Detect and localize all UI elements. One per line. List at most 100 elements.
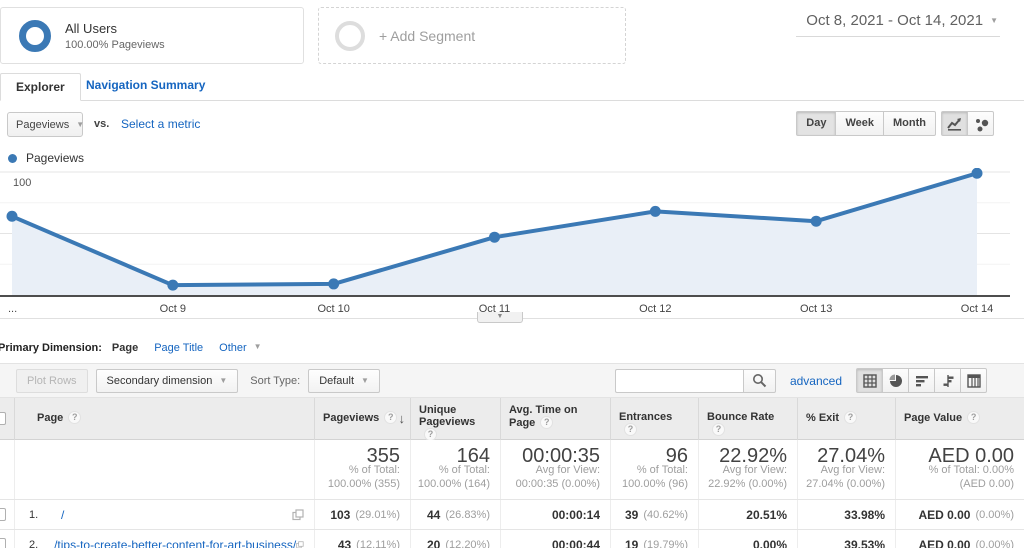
- metric-selector-dropdown[interactable]: Pageviews ▼: [7, 112, 85, 137]
- open-page-icon[interactable]: [292, 508, 304, 521]
- advanced-search-link[interactable]: advanced: [790, 374, 842, 388]
- search-input[interactable]: [614, 368, 743, 393]
- pivot-view-button[interactable]: [960, 368, 987, 393]
- row-checkbox[interactable]: [0, 508, 6, 521]
- secondary-dimension-label: Secondary dimension: [106, 374, 213, 387]
- secondary-dimension-dropdown[interactable]: Secondary dimension ▼: [95, 368, 239, 393]
- column-header-label: % Exit: [806, 412, 840, 424]
- axis-expander-button[interactable]: ▼: [477, 312, 523, 323]
- plot-rows-button[interactable]: Plot Rows: [16, 368, 88, 393]
- segment-card-all-users[interactable]: All Users 100.00% Pageviews: [0, 7, 304, 64]
- granularity-month-button[interactable]: Month: [883, 111, 936, 136]
- help-icon[interactable]: ?: [540, 416, 554, 429]
- performance-view-button[interactable]: [908, 368, 935, 393]
- totals-page-value: AED 0.00 % of Total: 0.00% (AED 0.00): [895, 440, 1024, 499]
- search-button[interactable]: [742, 368, 776, 393]
- page-cell: 1. /: [14, 500, 314, 529]
- svg-text:Oct 13: Oct 13: [800, 303, 832, 315]
- total-subtext: 27.04% (0.00%): [806, 477, 885, 490]
- row-checkbox[interactable]: [0, 538, 6, 548]
- table-row: 2. /tips-to-create-better-content-for-ar…: [0, 530, 1024, 548]
- open-page-icon[interactable]: [296, 539, 304, 548]
- chart-point[interactable]: [6, 210, 18, 222]
- total-subtext: 100.00% (96): [621, 477, 688, 490]
- tab-navigation-summary[interactable]: Navigation Summary: [86, 78, 205, 92]
- bounce-rate-cell: 0.00%: [698, 530, 797, 548]
- cell-percent: (40.62%): [643, 508, 688, 521]
- sort-type-dropdown[interactable]: Default ▼: [308, 368, 380, 393]
- page-link[interactable]: /tips-to-create-better-content-for-art-b…: [54, 538, 296, 548]
- help-icon[interactable]: ?: [712, 423, 725, 436]
- svg-text:Oct 12: Oct 12: [639, 303, 671, 315]
- help-icon[interactable]: ?: [967, 411, 981, 424]
- segment-subtitle: 100.00% Pageviews: [65, 38, 165, 51]
- sort-type-label: Sort Type:: [250, 374, 301, 387]
- total-subtext: % of Total: 0.00%: [928, 463, 1014, 476]
- avg-time-cell: 00:00:14: [500, 500, 610, 529]
- total-subtext: Avg for View:: [722, 463, 787, 476]
- totals-avg-time: 00:00:35 Avg for View: 00:00:35 (0.00%): [500, 440, 610, 499]
- chevron-down-icon: ▼: [990, 16, 998, 25]
- table-grid-icon: [862, 373, 877, 388]
- pages-report-table: Page? Pageviews? ↓ Unique Pageviews? Avg…: [0, 398, 1024, 548]
- total-subtext: % of Total:: [636, 463, 688, 476]
- entrances-cell: 39 (40.62%): [610, 500, 698, 529]
- sort-descending-icon: ↓: [398, 411, 406, 426]
- comparison-view-button[interactable]: [934, 368, 961, 393]
- help-icon[interactable]: ?: [624, 423, 637, 436]
- page-value-cell: AED 0.00 (0.00%): [895, 500, 1024, 529]
- chevron-down-icon: ▼: [76, 120, 85, 129]
- granularity-week-button[interactable]: Week: [835, 111, 885, 136]
- dimension-page[interactable]: Page: [112, 342, 138, 354]
- table-view-toggle: [856, 368, 987, 393]
- line-chart-view-button[interactable]: [941, 111, 968, 136]
- totals-pageviews: 355 % of Total: 100.00% (355): [314, 440, 410, 499]
- add-segment-label: + Add Segment: [379, 27, 476, 44]
- chart-point[interactable]: [167, 279, 179, 291]
- cell-value: AED 0.00: [918, 507, 971, 522]
- cell-value: 33.98%: [844, 507, 885, 522]
- date-range-selector[interactable]: Oct 8, 2021 - Oct 14, 2021 ▼: [796, 12, 1000, 37]
- select-metric-link[interactable]: Select a metric: [121, 117, 200, 131]
- pageviews-cell: 43 (12.11%): [314, 530, 410, 548]
- data-table-view-button[interactable]: [856, 368, 883, 393]
- column-header-label: Page Value: [904, 412, 963, 424]
- pct-exit-cell: 33.98%: [797, 500, 895, 529]
- total-value: AED 0.00: [928, 444, 1014, 467]
- cell-value: 00:00:44: [551, 537, 600, 548]
- column-header-label: Bounce Rate: [707, 411, 775, 423]
- primary-dimension-bar: Primary Dimension: Page Page Title Other…: [0, 342, 262, 354]
- chart-point[interactable]: [971, 168, 983, 179]
- page-link[interactable]: /: [61, 508, 64, 522]
- ga-behavior-pages-report: { "header": { "segment": { "title": "All…: [0, 0, 1024, 548]
- motion-chart-view-button[interactable]: [967, 111, 994, 136]
- cell-percent: (0.00%): [975, 538, 1014, 548]
- total-value: 00:00:35: [522, 444, 600, 467]
- dimension-page-title[interactable]: Page Title: [154, 342, 203, 354]
- help-icon[interactable]: ?: [844, 411, 858, 424]
- page-value-cell: AED 0.00 (0.00%): [895, 530, 1024, 548]
- percentage-view-button[interactable]: [882, 368, 909, 393]
- chart-point[interactable]: [328, 278, 340, 290]
- chevron-down-icon: ▼: [253, 342, 262, 351]
- help-icon[interactable]: ?: [68, 411, 82, 424]
- pie-chart-icon: [889, 374, 902, 387]
- chart-point[interactable]: [489, 231, 500, 243]
- total-subtext: 100.00% (355): [327, 477, 400, 490]
- pct-exit-cell: 39.53%: [797, 530, 895, 548]
- add-segment-button[interactable]: + Add Segment: [318, 7, 626, 64]
- totals-unique-pageviews: 164 % of Total: 100.00% (164): [410, 440, 500, 499]
- vs-label: vs.: [94, 118, 110, 130]
- dimension-other[interactable]: Other ▼: [219, 342, 261, 354]
- help-icon[interactable]: ?: [384, 411, 398, 424]
- legend-dot-icon: [8, 153, 17, 163]
- table-totals-row: 355 % of Total: 100.00% (355) 164 % of T…: [0, 440, 1024, 500]
- horizontal-bars-icon: [915, 375, 928, 386]
- chart-point[interactable]: [810, 215, 822, 227]
- tab-explorer[interactable]: Explorer: [0, 73, 81, 101]
- total-value: 96: [665, 444, 688, 467]
- select-all-checkbox[interactable]: [0, 412, 6, 425]
- chart-type-toggle: [941, 111, 994, 136]
- granularity-day-button[interactable]: Day: [796, 111, 837, 136]
- chart-point[interactable]: [649, 205, 661, 217]
